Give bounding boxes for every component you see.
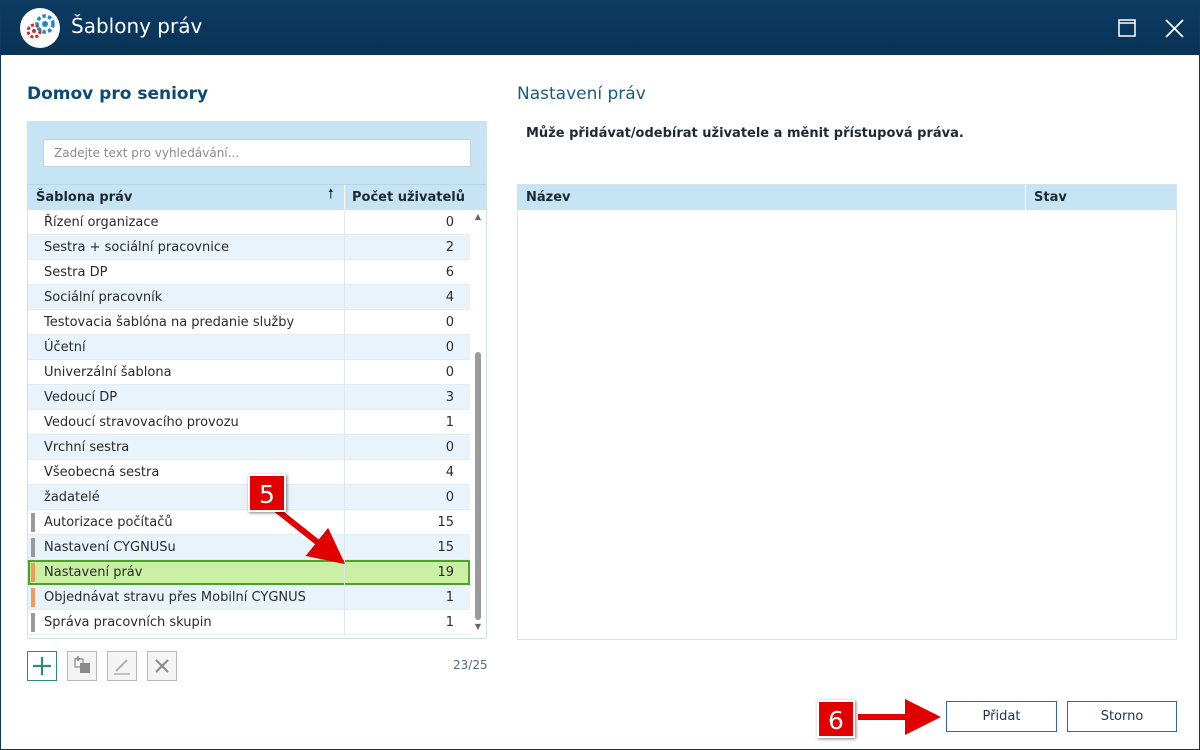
cell-user-count: 1	[344, 610, 470, 635]
cancel-button[interactable]: Storno	[1067, 701, 1177, 732]
row-marker	[31, 588, 35, 607]
table-row[interactable]: Vedoucí stravovacího provozu 1	[28, 410, 470, 435]
add-button[interactable]: Přidat	[946, 701, 1057, 732]
cell-user-count: 0	[344, 435, 470, 460]
edit-template-button[interactable]	[107, 651, 137, 681]
cell-user-count: 15	[344, 510, 470, 535]
scroll-up-icon[interactable]: ▲	[473, 212, 483, 224]
table-row[interactable]: Sestra DP 6	[28, 260, 470, 285]
permissions-grid-header: Název Stav	[518, 185, 1176, 210]
cell-template-name: Nastavení práv	[44, 565, 143, 580]
table-row[interactable]: Sociální pracovník 4	[28, 285, 470, 310]
table-row[interactable]: Testovacia šablóna na predanie služby 0	[28, 310, 470, 335]
column-header-state[interactable]: Stav	[1025, 185, 1175, 210]
row-marker	[31, 613, 35, 632]
table-row[interactable]: Objednávat stravu přes Mobilní CYGNUS 1	[28, 585, 470, 610]
title-bar: Šablony práv	[1, 1, 1199, 55]
cell-user-count: 19	[344, 560, 470, 585]
cell-template-name: žadatelé	[44, 490, 100, 505]
cell-template-name: Sociální pracovník	[44, 290, 163, 305]
templates-panel: Šablona práv 🠕 Počet uživatelů Řízení or…	[27, 121, 487, 639]
table-row[interactable]: Autorizace počítačů 15	[28, 510, 470, 535]
cell-template-name: Správa pracovních skupin	[44, 615, 212, 630]
template-description: Může přidávat/odebírat uživatele a měnit…	[526, 126, 964, 141]
cell-template-name: Sestra DP	[44, 265, 108, 280]
search-input[interactable]	[43, 139, 471, 167]
scroll-down-icon[interactable]: ▼	[473, 622, 483, 634]
cell-template-name: Autorizace počítačů	[44, 515, 173, 530]
cell-template-name: Nastavení CYGNUSu	[44, 540, 176, 555]
search-zone	[28, 122, 486, 184]
row-marker	[31, 513, 35, 532]
gears-icon	[20, 8, 60, 48]
table-row[interactable]: Účetní 0	[28, 335, 470, 360]
cell-user-count: 3	[344, 385, 470, 410]
cell-user-count: 0	[344, 310, 470, 335]
table-row[interactable]: Správa pracovních skupin 1	[28, 610, 470, 635]
cell-user-count: 0	[344, 485, 470, 510]
cell-template-name: Řízení organizace	[44, 215, 159, 230]
cell-user-count: 4	[344, 460, 470, 485]
cell-user-count: 2	[344, 235, 470, 260]
column-header-user-count[interactable]: Počet uživatelů	[344, 185, 468, 211]
cell-user-count: 6	[344, 260, 470, 285]
table-row[interactable]: Univerzální šablona 0	[28, 360, 470, 385]
table-row[interactable]: Nastavení práv 19	[28, 560, 470, 585]
step-badge-5: 5	[248, 474, 286, 512]
cell-template-name: Univerzální šablona	[44, 365, 172, 380]
cell-user-count: 1	[344, 410, 470, 435]
cell-template-name: Vedoucí DP	[44, 390, 118, 405]
step-badge-6: 6	[817, 700, 855, 738]
dialog-window: Šablony práv Domov pro seniory Nastavení…	[0, 0, 1200, 750]
table-row[interactable]: Vrchní sestra 0	[28, 435, 470, 460]
column-header-template[interactable]: Šablona práv	[36, 185, 336, 211]
cell-template-name: Sestra + sociální pracovnice	[44, 240, 229, 255]
cell-template-name: Vedoucí stravovacího provozu	[44, 415, 239, 430]
cell-user-count: 0	[344, 360, 470, 385]
cell-template-name: Objednávat stravu přes Mobilní CYGNUS	[44, 590, 306, 605]
add-template-button[interactable]	[27, 651, 57, 681]
column-header-name[interactable]: Název	[526, 185, 571, 210]
delete-template-button[interactable]	[147, 651, 177, 681]
sort-ascending-icon[interactable]: 🠕	[328, 185, 334, 207]
cell-user-count: 1	[344, 585, 470, 610]
row-marker	[31, 563, 35, 582]
cell-template-name: Účetní	[44, 340, 86, 355]
cell-template-name: Vrchní sestra	[44, 440, 130, 455]
table-row[interactable]: Sestra + sociální pracovnice 2	[28, 235, 470, 260]
table-row[interactable]: Vedoucí DP 3	[28, 385, 470, 410]
table-row[interactable]: Řízení organizace 0	[28, 210, 470, 235]
templates-grid-header: Šablona práv 🠕 Počet uživatelů	[28, 184, 486, 211]
permissions-panel: Název Stav	[517, 184, 1177, 640]
window-title: Šablony práv	[71, 14, 203, 38]
cell-user-count: 4	[344, 285, 470, 310]
close-icon[interactable]	[1149, 1, 1199, 55]
row-marker	[31, 538, 35, 557]
table-row[interactable]: Nastavení CYGNUSu 15	[28, 535, 470, 560]
cell-user-count: 15	[344, 535, 470, 560]
cell-template-name: Všeobecná sestra	[44, 465, 160, 480]
copy-template-button[interactable]	[67, 651, 97, 681]
cell-template-name: Testovacia šablóna na predanie služby	[44, 315, 295, 330]
cell-user-count: 0	[344, 335, 470, 360]
detail-heading: Nastavení práv	[517, 84, 646, 104]
scroll-thumb[interactable]	[475, 352, 481, 620]
record-counter: 23/25	[453, 658, 488, 672]
maximize-icon[interactable]	[1101, 1, 1151, 55]
cell-user-count: 0	[344, 210, 470, 235]
vertical-scrollbar[interactable]: ▲ ▼	[470, 210, 486, 638]
templates-list: Řízení organizace 0 Sestra + sociální prac…	[28, 210, 470, 635]
organization-heading: Domov pro seniory	[27, 84, 209, 104]
